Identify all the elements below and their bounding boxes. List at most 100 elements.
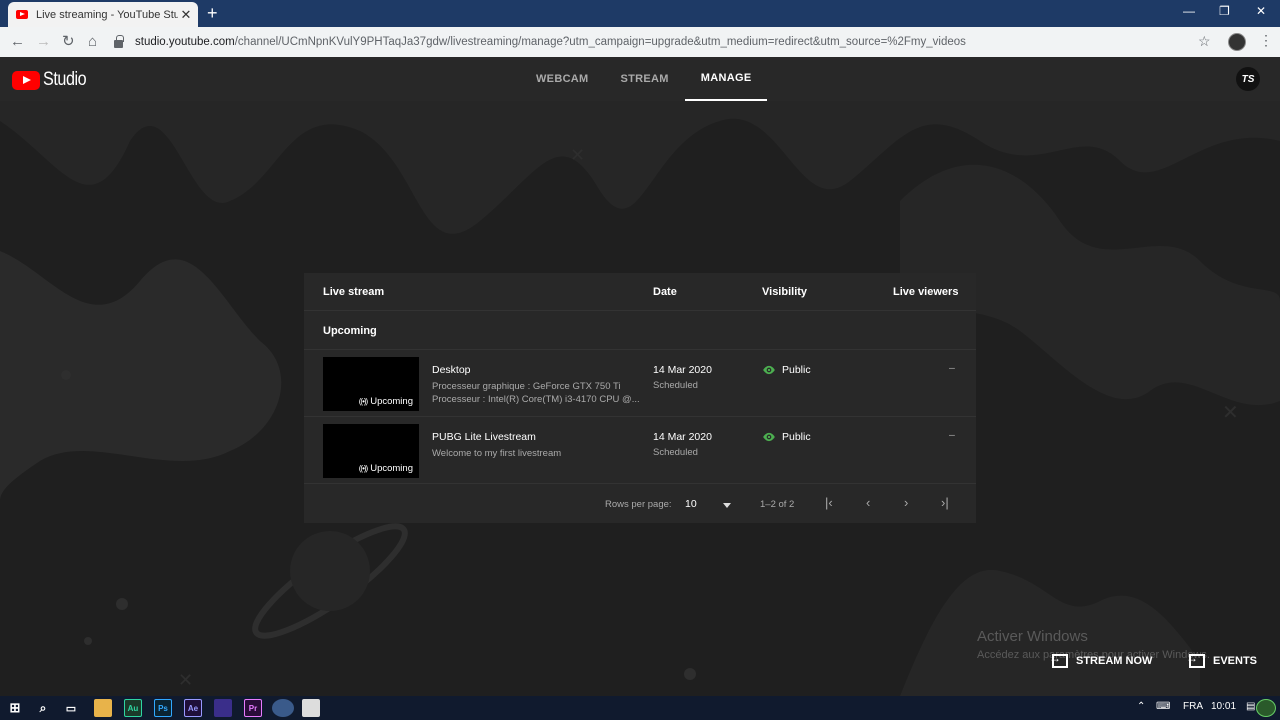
browser-tabbar: Live streaming - YouTube Studio ✕ + — ❐ … bbox=[0, 0, 1280, 27]
upcoming-badge: ((•)) Upcoming bbox=[359, 396, 413, 407]
app-icon[interactable] bbox=[214, 699, 232, 717]
stream-title[interactable]: Desktop bbox=[432, 364, 471, 376]
visibility-public[interactable]: Public bbox=[762, 363, 811, 377]
photoshop-icon[interactable]: Ps bbox=[154, 699, 172, 717]
window-close-icon[interactable]: ✕ bbox=[1256, 4, 1266, 18]
app-window-icon[interactable] bbox=[302, 699, 320, 717]
bookmark-star-icon[interactable]: ☆ bbox=[1198, 33, 1211, 50]
url-path: /channel/UCmNpnKVulY9PHTaqJa37gdw/livest… bbox=[234, 36, 966, 48]
rows-per-page-select[interactable]: 10 bbox=[685, 498, 697, 510]
tab-manage[interactable]: MANAGE bbox=[684, 57, 768, 101]
stream-status: Scheduled bbox=[653, 380, 698, 391]
visibility-label: Public bbox=[782, 364, 811, 376]
windows-start-icon[interactable]: ⊞ bbox=[6, 699, 24, 717]
browser-tab[interactable]: Live streaming - YouTube Studio ✕ bbox=[8, 2, 198, 27]
table-row[interactable]: ((•)) Upcoming PUBG Lite Livestream Welc… bbox=[304, 417, 976, 484]
tab-stream[interactable]: STREAM bbox=[605, 57, 685, 101]
column-header-date[interactable]: Date bbox=[653, 286, 677, 298]
column-header-live-viewers[interactable]: Live viewers bbox=[893, 286, 958, 298]
stream-thumbnail[interactable]: ((•)) Upcoming bbox=[323, 357, 419, 411]
stream-now-button[interactable]: STREAM NOW bbox=[1049, 651, 1153, 668]
svg-text:✕: ✕ bbox=[570, 145, 585, 166]
last-page-icon[interactable]: ›| bbox=[941, 495, 949, 510]
new-tab-button[interactable]: + bbox=[207, 4, 218, 22]
home-icon[interactable]: ⌂ bbox=[88, 33, 97, 51]
badge-label: Upcoming bbox=[370, 463, 413, 474]
visibility-label: Public bbox=[782, 431, 811, 443]
file-explorer-icon[interactable] bbox=[94, 699, 112, 717]
page-range: 1–2 of 2 bbox=[760, 499, 795, 510]
svg-text:✕: ✕ bbox=[1222, 400, 1239, 424]
back-icon[interactable]: ← bbox=[10, 33, 25, 51]
task-view-icon[interactable]: ▭ bbox=[62, 699, 80, 717]
url-host: studio.youtube.com bbox=[135, 36, 235, 48]
premiere-icon[interactable]: Pr bbox=[244, 699, 262, 717]
eye-icon bbox=[763, 365, 775, 375]
tray-chevron-icon[interactable]: ⌃ bbox=[1137, 701, 1145, 712]
badge-label: Upcoming bbox=[370, 396, 413, 407]
after-effects-icon[interactable]: Ae bbox=[184, 699, 202, 717]
stream-description: Welcome to my first livestream bbox=[432, 447, 642, 460]
stream-thumbnail[interactable]: ((•)) Upcoming bbox=[323, 424, 419, 478]
notification-icon[interactable]: ▤ bbox=[1246, 701, 1255, 712]
lock-icon bbox=[114, 34, 124, 48]
tray-app-icon[interactable] bbox=[1256, 699, 1276, 717]
browser-menu-icon[interactable]: ⋮ bbox=[1259, 32, 1273, 49]
studio-header: Studio WEBCAM STREAM MANAGE TS bbox=[0, 57, 1280, 101]
forward-icon[interactable]: → bbox=[36, 33, 51, 51]
activate-windows-title: Activer Windows bbox=[977, 628, 1088, 645]
stream-description: Processeur graphique : GeForce GTX 750 T… bbox=[432, 380, 642, 406]
nav-tabs: WEBCAM STREAM MANAGE bbox=[520, 57, 768, 101]
keyboard-icon[interactable]: ⌨ bbox=[1156, 701, 1170, 712]
first-page-icon[interactable]: |‹ bbox=[825, 495, 833, 510]
column-header-live-stream[interactable]: Live stream bbox=[323, 286, 384, 298]
chrome-icon[interactable] bbox=[272, 699, 294, 717]
enter-icon bbox=[1049, 651, 1068, 668]
logo-text: Studio bbox=[43, 69, 87, 90]
tab-title: Live streaming - YouTube Studio bbox=[36, 8, 178, 21]
tab-webcam[interactable]: WEBCAM bbox=[520, 57, 605, 101]
address-bar: ← → ↻ ⌂ studio.youtube.com /channel/UCmN… bbox=[0, 27, 1280, 57]
column-header-visibility[interactable]: Visibility bbox=[762, 286, 807, 298]
account-avatar[interactable]: TS bbox=[1236, 67, 1260, 91]
windows-taskbar: ⊞ ⌕ ▭ Au Ps Ae Pr ⌃ ⌨ FRA 10:01 ▤ bbox=[0, 696, 1280, 720]
table-row[interactable]: ((•)) Upcoming Desktop Processeur graphi… bbox=[304, 350, 976, 417]
svg-text:✕: ✕ bbox=[178, 670, 193, 691]
rows-per-page-label: Rows per page: bbox=[605, 499, 672, 510]
broadcast-icon: ((•)) bbox=[358, 397, 369, 406]
url-input[interactable]: studio.youtube.com /channel/UCmNpnKVulY9… bbox=[110, 31, 1220, 53]
description-line: Welcome to my first livestream bbox=[432, 448, 562, 459]
events-button[interactable]: EVENTS bbox=[1186, 651, 1258, 668]
search-icon[interactable]: ⌕ bbox=[34, 699, 52, 717]
stream-status: Scheduled bbox=[653, 447, 698, 458]
table-pagination: Rows per page: 10 1–2 of 2 |‹ ‹ › ›| bbox=[304, 484, 976, 522]
clock[interactable]: 10:01 bbox=[1211, 701, 1236, 712]
audition-icon[interactable]: Au bbox=[124, 699, 142, 717]
eye-icon bbox=[763, 432, 775, 442]
events-label: EVENTS bbox=[1213, 655, 1258, 667]
stream-title[interactable]: PUBG Lite Livestream bbox=[432, 431, 536, 443]
next-page-icon[interactable]: › bbox=[904, 495, 908, 510]
stream-now-label: STREAM NOW bbox=[1076, 655, 1153, 667]
tab-close-icon[interactable]: ✕ bbox=[178, 7, 194, 23]
studio-logo[interactable]: Studio bbox=[12, 69, 94, 91]
live-viewers-value: – bbox=[949, 429, 955, 441]
description-line: Processeur : Intel(R) Core(TM) i3-4170 C… bbox=[432, 394, 640, 405]
stream-date: 14 Mar 2020 bbox=[653, 364, 712, 376]
restore-icon[interactable]: ❐ bbox=[1219, 4, 1230, 18]
section-upcoming: Upcoming bbox=[304, 310, 976, 350]
youtube-logo-icon bbox=[12, 70, 40, 90]
reload-icon[interactable]: ↻ bbox=[62, 33, 75, 51]
prev-page-icon[interactable]: ‹ bbox=[866, 495, 870, 510]
minimize-icon[interactable]: — bbox=[1183, 4, 1195, 18]
section-label: Upcoming bbox=[323, 325, 377, 337]
live-viewers-value: – bbox=[949, 362, 955, 374]
profile-avatar[interactable] bbox=[1228, 33, 1246, 51]
language-indicator[interactable]: FRA bbox=[1183, 701, 1203, 712]
description-line: Processeur graphique : GeForce GTX 750 T… bbox=[432, 381, 621, 392]
youtube-favicon-icon bbox=[16, 10, 28, 19]
enter-icon bbox=[1186, 651, 1205, 668]
visibility-public[interactable]: Public bbox=[762, 430, 811, 444]
stream-date: 14 Mar 2020 bbox=[653, 431, 712, 443]
caret-down-icon[interactable] bbox=[723, 503, 731, 508]
